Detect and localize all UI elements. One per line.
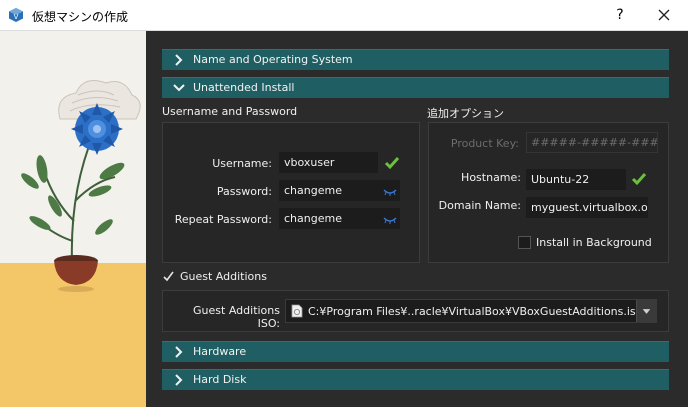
window-title: 仮想マシンの作成 <box>32 10 129 24</box>
wizard-main-pane: Name and Operating System Unattended Ins… <box>146 31 688 407</box>
virtualbox-app-icon: V <box>9 8 23 22</box>
section-unattended-install[interactable]: Unattended Install <box>162 77 669 98</box>
section-hardware[interactable]: Hardware <box>162 341 669 362</box>
section-label: Hard Disk <box>193 373 247 386</box>
install-in-background-label: Install in Background <box>536 236 652 249</box>
domain-name-input[interactable]: myguest.virtualbox.org <box>526 197 648 218</box>
guest-additions-checkbox[interactable] <box>162 270 175 283</box>
section-hard-disk[interactable]: Hard Disk <box>162 369 669 390</box>
section-label: Unattended Install <box>193 81 295 94</box>
username-label: Username: <box>212 157 272 170</box>
show-password-eye-icon[interactable] <box>383 187 397 197</box>
hostname-label: Hostname: <box>461 171 521 184</box>
close-button[interactable] <box>652 3 676 27</box>
repeat-password-label: Repeat Password: <box>174 213 272 226</box>
install-in-background-checkbox[interactable] <box>518 236 531 249</box>
help-button[interactable]: ? <box>608 3 632 27</box>
check-ok-icon <box>631 173 647 186</box>
guest-additions-iso-label: Guest Additions ISO: <box>193 304 280 330</box>
product-key-label: Product Key: <box>450 137 519 150</box>
guest-additions-label: Guest Additions <box>180 270 267 283</box>
disc-file-icon <box>291 304 303 318</box>
guest-additions-iso-value: C:¥Program Files¥..racle¥VirtualBox¥VBox… <box>308 305 643 318</box>
title-bar: V 仮想マシンの作成 ? <box>0 0 688 31</box>
domain-name-label: Domain Name: <box>438 199 521 212</box>
dropdown-arrow-icon[interactable] <box>636 300 656 322</box>
credentials-group-title: Username and Password <box>162 105 298 118</box>
repeat-password-input[interactable]: changeme <box>279 208 400 229</box>
show-password-eye-icon[interactable] <box>383 215 397 225</box>
check-ok-icon <box>384 157 400 170</box>
chevron-right-icon <box>175 374 183 386</box>
product-key-input[interactable]: #####-#####-#####-##### <box>526 132 658 153</box>
chevron-right-icon <box>175 54 183 66</box>
section-label: Hardware <box>193 345 247 358</box>
username-input[interactable]: vboxuser <box>279 152 378 173</box>
password-input[interactable]: changeme <box>279 180 400 201</box>
guest-additions-iso-combo[interactable]: C:¥Program Files¥..racle¥VirtualBox¥VBox… <box>285 299 657 323</box>
chevron-down-icon <box>173 84 185 92</box>
section-label: Name and Operating System <box>193 53 353 66</box>
hostname-input[interactable]: Ubuntu-22 <box>526 169 626 190</box>
password-label: Password: <box>216 185 272 198</box>
chevron-right-icon <box>175 346 183 358</box>
section-name-os[interactable]: Name and Operating System <box>162 49 669 70</box>
svg-text:V: V <box>14 13 19 21</box>
options-group-title: 追加オプション <box>427 107 504 120</box>
wizard-illustration <box>0 31 146 407</box>
